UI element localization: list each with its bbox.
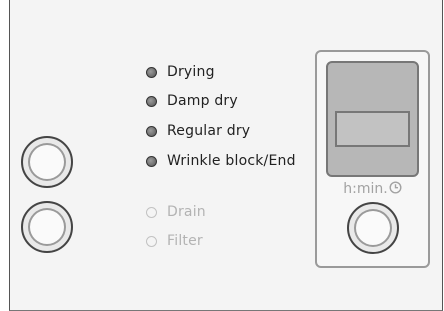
time-readout: [335, 111, 410, 147]
timer-knob[interactable]: [347, 202, 399, 254]
control-panel: Drying Damp dry Regular dry Wrinkle bloc…: [9, 0, 443, 311]
status-led: [146, 206, 157, 218]
indicator-regular-dry: Regular dry: [146, 120, 250, 142]
indicator-label: Filter: [167, 233, 203, 249]
indicator-label: Damp dry: [167, 93, 238, 109]
indicator-label: Regular dry: [167, 123, 251, 139]
indicator-damp-dry: Damp dry: [146, 90, 238, 112]
indicator-label: Drying: [167, 64, 215, 80]
clock-icon: [389, 181, 402, 198]
status-led: [146, 66, 157, 78]
indicator-label: Wrinkle block/End: [167, 153, 296, 169]
indicator-label: Drain: [167, 204, 206, 220]
indicator-drying: Drying: [146, 61, 215, 83]
time-display: [326, 61, 419, 177]
indicator-drain: Drain: [146, 201, 206, 223]
program-knob-lower[interactable]: [21, 201, 73, 253]
status-led: [146, 235, 157, 247]
status-led: [146, 95, 157, 107]
status-led: [146, 125, 157, 137]
program-knob-upper[interactable]: [21, 136, 73, 188]
timer-unit-text: h:min.: [343, 181, 388, 197]
indicator-filter: Filter: [146, 230, 203, 252]
timer-module: h:min.: [315, 50, 430, 268]
status-led: [146, 155, 157, 167]
indicator-wrinkle-block-end: Wrinkle block/End: [146, 150, 296, 172]
timer-unit-label: h:min.: [317, 181, 428, 198]
